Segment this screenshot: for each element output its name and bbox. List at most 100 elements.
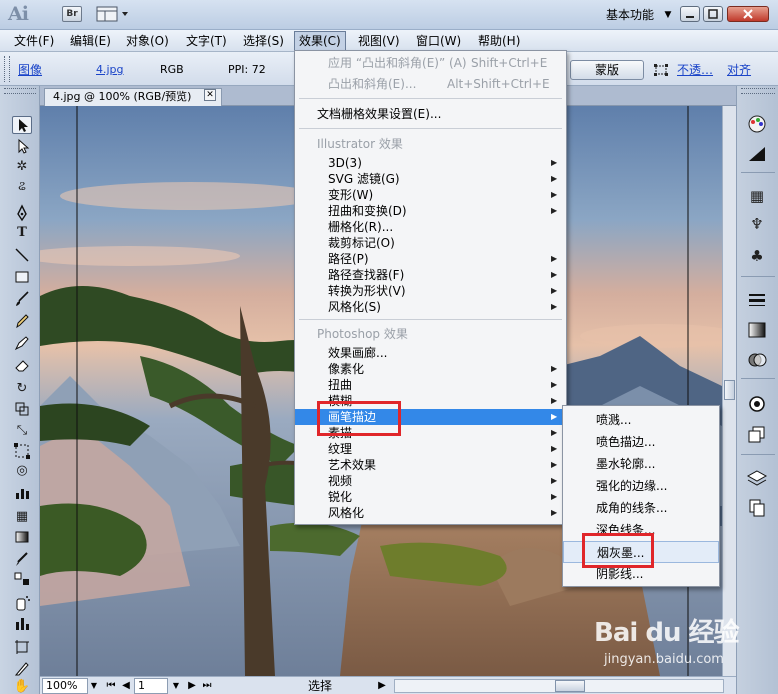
shape-builder-tool-icon[interactable]: ◎ <box>12 462 32 480</box>
control-bar-grip[interactable] <box>4 56 10 82</box>
blend-tool-icon[interactable] <box>12 570 32 588</box>
panel-dock-grip[interactable] <box>741 88 775 94</box>
opacity-link[interactable]: 不透… <box>677 62 713 78</box>
menu-effect[interactable]: 效果(C) <box>294 31 346 51</box>
status-menu-arrow-icon[interactable]: ▶ <box>376 678 388 694</box>
artboards-panel-icon[interactable] <box>746 498 768 518</box>
vertical-scrollbar[interactable] <box>722 106 736 676</box>
slice-tool-icon[interactable] <box>12 660 32 678</box>
rectangle-tool-icon[interactable] <box>12 268 32 286</box>
menu-file[interactable]: 文件(F) <box>10 31 58 51</box>
close-tab-icon[interactable]: ✕ <box>204 89 216 101</box>
artboard-tool-icon[interactable] <box>12 638 32 656</box>
workspace-switcher[interactable]: 基本功能 <box>590 6 670 24</box>
swatches-panel-icon[interactable]: ▦ <box>746 186 768 206</box>
menu-item-raster-settings[interactable]: 文档栅格效果设置(E)... <box>295 106 566 122</box>
gradient-panel-icon[interactable] <box>746 320 768 340</box>
direct-selection-tool-icon[interactable] <box>12 138 32 156</box>
menu-type[interactable]: 文字(T) <box>182 31 231 51</box>
submenu-item-ink-outlines[interactable]: 墨水轮廓... <box>563 453 719 475</box>
lasso-tool-icon[interactable]: ଌ <box>12 178 32 196</box>
column-graph-tool-icon[interactable] <box>12 614 32 632</box>
previous-artboard-icon[interactable]: ◀ <box>120 678 132 694</box>
horizontal-scroll-thumb[interactable] <box>555 680 585 692</box>
scroll-thumb[interactable] <box>724 380 735 400</box>
magic-wand-tool-icon[interactable]: ✲ <box>12 158 32 176</box>
gradient-tool-icon[interactable] <box>12 528 32 546</box>
line-tool-icon[interactable] <box>12 246 32 264</box>
type-tool-icon[interactable]: T <box>12 224 32 242</box>
rotate-tool-icon[interactable]: ↻ <box>12 380 32 398</box>
selection-tool-icon[interactable] <box>12 116 32 134</box>
transparency-panel-icon[interactable] <box>746 350 768 370</box>
document-tab[interactable]: 4.jpg @ 100% (RGB/预览) <box>44 88 222 106</box>
menu-item-distort-transform[interactable]: 扭曲和变换(D) ▶ <box>295 203 566 219</box>
color-panel-icon[interactable] <box>746 114 768 134</box>
pencil-tool-icon[interactable] <box>12 312 32 330</box>
image-label-link[interactable]: 图像 <box>18 62 42 78</box>
arrange-documents-button[interactable] <box>96 6 130 22</box>
close-window-button[interactable] <box>727 6 769 22</box>
menu-item-effect-gallery[interactable]: 效果画廊... <box>295 345 566 361</box>
graph-tool-icon[interactable] <box>12 484 32 502</box>
menu-item-stylize-photoshop[interactable]: 风格化 ▶ <box>295 505 566 521</box>
last-artboard-icon[interactable]: ⏭ <box>200 678 214 694</box>
scale-tool-icon[interactable] <box>12 400 32 418</box>
bridge-button[interactable]: Br <box>62 6 82 22</box>
menu-item-rasterize[interactable]: 栅格化(R)... <box>295 219 566 235</box>
submenu-item-angled-strokes[interactable]: 成角的线条... <box>563 497 719 519</box>
layers-panel-icon[interactable] <box>746 468 768 488</box>
symbol-sprayer-tool-icon[interactable] <box>12 594 32 612</box>
menu-item-last-effect[interactable]: 凸出和斜角(E)... Alt+Shift+Ctrl+E <box>295 76 566 92</box>
mask-button[interactable]: 蒙版 <box>570 60 644 80</box>
menu-item-pixelate[interactable]: 像素化 ▶ <box>295 361 566 377</box>
pen-tool-icon[interactable] <box>12 204 32 222</box>
menu-item-crop-marks[interactable]: 裁剪标记(O) <box>295 235 566 251</box>
menu-item-stylize-illustrator[interactable]: 风格化(S) ▶ <box>295 299 566 315</box>
symbols-panel-icon[interactable]: ♣ <box>746 246 768 266</box>
menu-help[interactable]: 帮助(H) <box>474 31 524 51</box>
minimize-button[interactable] <box>680 6 700 22</box>
artboard-dropdown-icon[interactable]: ▼ <box>170 678 182 694</box>
menu-object[interactable]: 对象(O) <box>122 31 173 51</box>
artboard-number-field[interactable]: 1 <box>134 678 168 694</box>
menu-item-apply-last-effect[interactable]: 应用 “凸出和斜角(E)” (A) Shift+Ctrl+E <box>295 55 566 71</box>
submenu-item-accented-edges[interactable]: 强化的边缘... <box>563 475 719 497</box>
width-tool-icon[interactable]: ⤡ <box>12 422 32 440</box>
file-name-link[interactable]: 4.jpg <box>96 62 124 78</box>
transform-icon[interactable] <box>654 64 668 76</box>
menu-item-3d[interactable]: 3D(3) ▶ <box>295 155 566 171</box>
eraser-tool-icon[interactable] <box>12 356 32 374</box>
mesh-tool-icon[interactable]: ▦ <box>12 508 32 526</box>
menu-select[interactable]: 选择(S) <box>239 31 288 51</box>
menu-item-video[interactable]: 视频 ▶ <box>295 473 566 489</box>
zoom-dropdown-icon[interactable]: ▼ <box>88 678 100 694</box>
menu-edit[interactable]: 编辑(E) <box>66 31 115 51</box>
menu-item-svg-filters[interactable]: SVG 滤镜(G) ▶ <box>295 171 566 187</box>
menu-item-convert-to-shape[interactable]: 转换为形状(V) ▶ <box>295 283 566 299</box>
menu-item-pathfinder[interactable]: 路径查找器(F) ▶ <box>295 267 566 283</box>
blob-brush-tool-icon[interactable] <box>12 334 32 352</box>
horizontal-scrollbar[interactable] <box>394 679 724 693</box>
first-artboard-icon[interactable]: ⏮ <box>104 678 118 694</box>
color-guide-panel-icon[interactable] <box>746 144 768 164</box>
menu-item-sharpen[interactable]: 锐化 ▶ <box>295 489 566 505</box>
eyedropper-tool-icon[interactable] <box>12 550 32 568</box>
next-artboard-icon[interactable]: ▶ <box>186 678 198 694</box>
paintbrush-tool-icon[interactable] <box>12 290 32 308</box>
menu-item-distort[interactable]: 扭曲 ▶ <box>295 377 566 393</box>
menu-item-texture[interactable]: 纹理 ▶ <box>295 441 566 457</box>
chevron-down-icon[interactable]: ▼ <box>662 6 674 24</box>
brushes-panel-icon[interactable]: ♆ <box>746 214 768 234</box>
menu-window[interactable]: 窗口(W) <box>412 31 465 51</box>
menu-item-warp[interactable]: 变形(W) ▶ <box>295 187 566 203</box>
menu-item-artistic[interactable]: 艺术效果 ▶ <box>295 457 566 473</box>
stroke-panel-icon[interactable] <box>746 290 768 310</box>
appearance-panel-icon[interactable] <box>746 394 768 414</box>
menu-view[interactable]: 视图(V) <box>354 31 404 51</box>
maximize-button[interactable] <box>703 6 723 22</box>
hand-tool-icon[interactable]: ✋ <box>12 678 32 694</box>
menu-item-path[interactable]: 路径(P) ▶ <box>295 251 566 267</box>
graphic-styles-panel-icon[interactable] <box>746 424 768 444</box>
submenu-item-spatter[interactable]: 喷溅... <box>563 409 719 431</box>
